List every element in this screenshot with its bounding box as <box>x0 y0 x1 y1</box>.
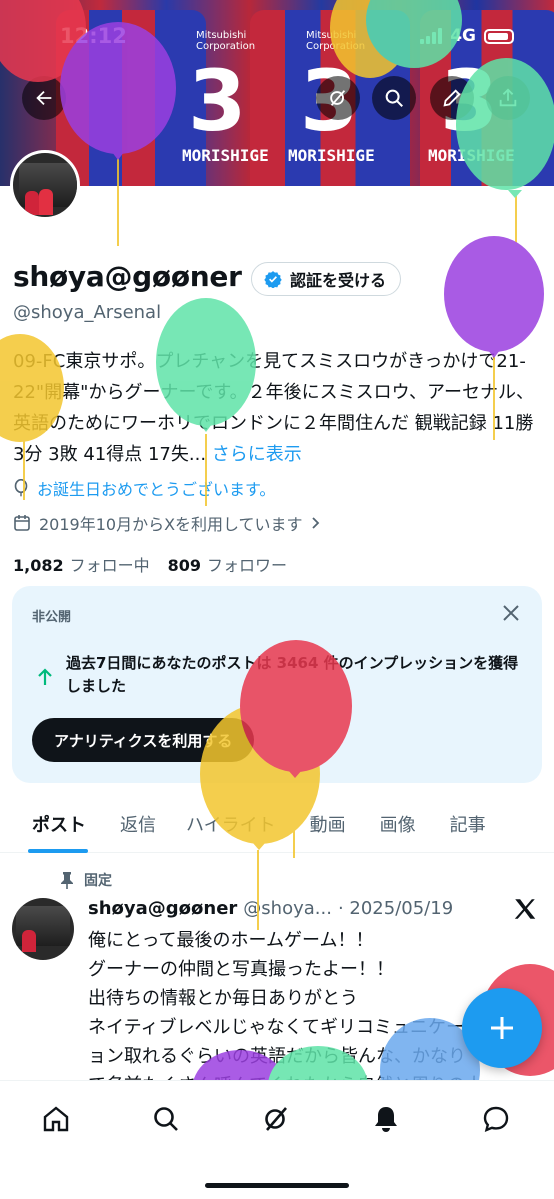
jersey-name: MORISHIGE <box>288 146 375 165</box>
following-label: フォロー中 <box>69 556 150 575</box>
edit-pencil-icon <box>443 89 461 107</box>
tab-label: 返信 <box>120 815 156 836</box>
profile-display-name: shøya@gøøner <box>13 260 242 293</box>
signal-icon <box>420 28 443 44</box>
tab-highlights[interactable]: ハイライト <box>180 795 310 853</box>
post-avatar[interactable] <box>12 898 74 960</box>
following-link[interactable]: 1,082 フォロー中 <box>13 552 150 576</box>
status-time: 12:12 <box>60 24 127 48</box>
tab-images[interactable]: 画像 <box>380 795 450 853</box>
profile-avatar[interactable] <box>10 150 80 220</box>
pinned-label: 固定 <box>84 873 112 889</box>
followers-count: 809 <box>167 556 202 575</box>
tab-videos[interactable]: 動画 <box>310 795 380 853</box>
private-label: 非公開 <box>32 610 72 625</box>
bottom-nav <box>0 1080 554 1199</box>
profile-handle: @shoya_Arsenal <box>13 302 162 323</box>
status-bar: 12:12 4G <box>0 0 554 76</box>
jersey-name: MORISHIGE <box>428 146 515 165</box>
edit-button[interactable] <box>430 76 474 120</box>
tab-label: 画像 <box>379 815 416 836</box>
nav-grok[interactable] <box>256 1099 296 1139</box>
post-header: shøya@gøøner @shoya... · 2025/05/19 <box>88 898 453 919</box>
tab-label: ハイライト <box>186 815 276 836</box>
jersey-name: MORISHIGE <box>182 146 269 165</box>
post-line: 出待ちの情報とか毎日ありがとう <box>88 988 358 1009</box>
plus-icon <box>491 1017 513 1039</box>
search-icon <box>154 1107 178 1131</box>
close-icon[interactable] <box>500 602 522 624</box>
tab-label: 動画 <box>309 815 346 836</box>
impressions-text: 過去7日間にあなたのポストは 3464 件のインプレッションを獲得しました <box>66 654 519 695</box>
compose-button[interactable] <box>462 988 542 1068</box>
search-icon <box>385 89 403 107</box>
get-verified-button[interactable]: 認証を受ける <box>251 262 402 296</box>
nav-notifications[interactable] <box>366 1099 406 1139</box>
home-indicator <box>205 1183 349 1188</box>
share-icon <box>499 88 517 107</box>
network-label: 4G <box>450 26 476 46</box>
chevron-right-icon <box>311 517 319 529</box>
get-verified-label: 認証を受ける <box>290 271 387 290</box>
calendar-icon <box>14 515 30 531</box>
messages-icon <box>483 1106 509 1132</box>
tab-label: 記事 <box>449 815 486 836</box>
profile-bio: 09-FC東京サポ。プレチャンを見てスミスロウがきっかけで21-22"開幕"から… <box>13 346 543 470</box>
joined-line[interactable]: 2019年10月からXを利用しています <box>13 511 321 535</box>
pinned-indicator: 固定 <box>60 870 112 890</box>
tab-posts[interactable]: ポスト <box>0 795 116 853</box>
pin-icon <box>61 872 73 889</box>
post-date[interactable]: · 2025/05/19 <box>338 898 453 919</box>
balloon-purple <box>444 236 544 352</box>
post-author-name[interactable]: shøya@gøøner <box>88 898 237 919</box>
grok-button[interactable] <box>316 76 360 120</box>
post-text[interactable]: 俺にとって最後のホームゲーム！！ グーナーの仲間と写真撮ったよー！！ 出待ちの情… <box>88 926 528 1100</box>
arrow-up-icon <box>38 668 52 685</box>
search-button[interactable] <box>372 76 416 120</box>
back-arrow-icon <box>36 90 52 106</box>
back-button[interactable] <box>22 76 66 120</box>
nav-home[interactable] <box>36 1099 76 1139</box>
grok-icon <box>330 90 346 106</box>
tab-replies[interactable]: 返信 <box>116 795 180 853</box>
home-icon <box>43 1106 69 1132</box>
post-line: ョン取れるぐらいの英語だから皆んな、かなり <box>88 1046 466 1067</box>
battery-icon <box>484 28 514 44</box>
nav-search[interactable] <box>146 1099 186 1139</box>
birthday-text[interactable]: お誕生日おめでとうございます。 <box>37 476 275 500</box>
active-tab-indicator <box>28 849 88 853</box>
post-line: 俺にとって最後のホームゲーム！！ <box>88 930 374 951</box>
tab-label: ポスト <box>32 815 86 836</box>
followers-label: フォロワー <box>207 556 288 575</box>
balloon-icon <box>14 479 28 497</box>
follow-stats: 1,082 フォロー中 809 フォロワー <box>13 552 287 576</box>
birthday-line[interactable]: お誕生日おめでとうございます。 <box>13 476 275 500</box>
nav-messages[interactable] <box>476 1099 516 1139</box>
following-count: 1,082 <box>13 556 64 575</box>
show-more-link[interactable]: さらに表示 <box>212 444 302 465</box>
followers-link[interactable]: 809 フォロワー <box>168 552 287 576</box>
profile-tabs: ポスト 返信 ハイライト 動画 画像 記事 <box>0 795 554 853</box>
bell-icon <box>375 1107 397 1132</box>
status-indicators: 4G <box>420 26 514 46</box>
post-line: グーナーの仲間と写真撮ったよー！！ <box>88 959 394 980</box>
grok-icon <box>265 1107 287 1131</box>
x-logo-icon <box>514 899 536 919</box>
verified-badge-icon <box>264 271 282 288</box>
analytics-button[interactable]: アナリティクスを利用する <box>32 718 255 762</box>
share-button[interactable] <box>486 76 530 120</box>
joined-text[interactable]: 2019年10月からXを利用しています <box>39 511 303 535</box>
post-author-handle: @shoya... <box>243 898 332 919</box>
analytics-card: 非公開 過去7日間にあなたのポストは 3464 件のインプレッションを獲得しまし… <box>12 586 542 783</box>
tab-articles[interactable]: 記事 <box>450 795 486 853</box>
